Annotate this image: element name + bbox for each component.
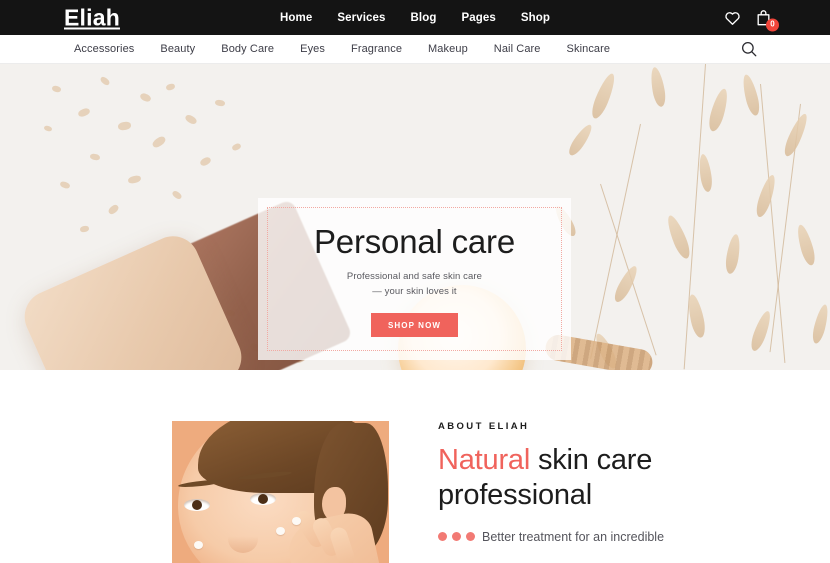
hero-banner: Personal care Professional and safe skin… (0, 64, 830, 370)
hero-title: Personal care (313, 223, 515, 261)
category-list: Accessories Beauty Body Care Eyes Fragra… (74, 43, 610, 55)
hero-content: Personal care Professional and safe skin… (313, 221, 515, 337)
about-text-block: ABOUT ELIAH Natural skin care profession… (438, 421, 798, 547)
category-eyes[interactable]: Eyes (300, 43, 325, 55)
hero-subtitle: Professional and safe skin care — your s… (314, 270, 515, 299)
wishlist-button[interactable] (724, 10, 741, 26)
nav-item-blog[interactable]: Blog (410, 12, 436, 24)
cart-count-badge: 0 (766, 18, 779, 31)
portrait-nose (228, 525, 258, 553)
category-fragrance[interactable]: Fragrance (351, 43, 402, 55)
about-heading-accent: Natural (438, 444, 531, 476)
about-eyebrow: ABOUT ELIAH (438, 421, 530, 432)
dot-2 (452, 532, 461, 542)
cream-dot-2 (276, 527, 285, 535)
nav-item-pages[interactable]: Pages (461, 12, 495, 24)
decorative-dots (438, 532, 475, 542)
hero-text-card: Personal care Professional and safe skin… (258, 198, 571, 360)
nav-item-shop[interactable]: Shop (521, 12, 550, 24)
category-nail-care[interactable]: Nail Care (494, 43, 541, 55)
portrait-pupil-right (258, 494, 268, 504)
portrait-pupil-left (192, 500, 202, 510)
category-makeup[interactable]: Makeup (428, 43, 468, 55)
about-section: ABOUT ELIAH Natural skin care profession… (0, 370, 830, 563)
dot-1 (438, 532, 447, 542)
nav-item-services[interactable]: Services (337, 12, 385, 24)
nav-item-home[interactable]: Home (280, 12, 312, 24)
hero-subtitle-line-2: — your skin loves it (372, 285, 457, 297)
header-action-icons: 0 (724, 9, 779, 31)
category-body-care[interactable]: Body Care (221, 43, 274, 55)
dot-3 (466, 532, 475, 542)
top-header-bar: Eliah Home Services Blog Pages Shop 0 (0, 0, 830, 35)
about-description-row: Better treatment for an incredible (438, 527, 798, 547)
category-navigation-bar: Accessories Beauty Body Care Eyes Fragra… (0, 35, 830, 64)
about-portrait-image (172, 421, 389, 563)
cream-dot-1 (292, 517, 301, 525)
hero-subtitle-line-1: Professional and safe skin care (346, 271, 483, 283)
about-heading: Natural skin care professional (438, 443, 798, 514)
about-description: Better treatment for an incredible (482, 529, 665, 544)
shop-now-button[interactable]: SHOP NOW (370, 312, 459, 337)
category-accessories[interactable]: Accessories (74, 43, 134, 55)
main-navigation: Home Services Blog Pages Shop (280, 12, 550, 24)
category-beauty[interactable]: Beauty (160, 43, 195, 55)
cart-button[interactable]: 0 (755, 9, 779, 31)
cream-dot-3 (194, 541, 203, 549)
portrait-eye-right (250, 493, 276, 505)
category-skincare[interactable]: Skincare (567, 43, 611, 55)
search-button[interactable] (740, 40, 758, 58)
heart-icon (724, 12, 741, 30)
site-logo[interactable]: Eliah (64, 4, 120, 31)
search-icon (740, 41, 758, 62)
portrait-eye-left (184, 499, 210, 511)
